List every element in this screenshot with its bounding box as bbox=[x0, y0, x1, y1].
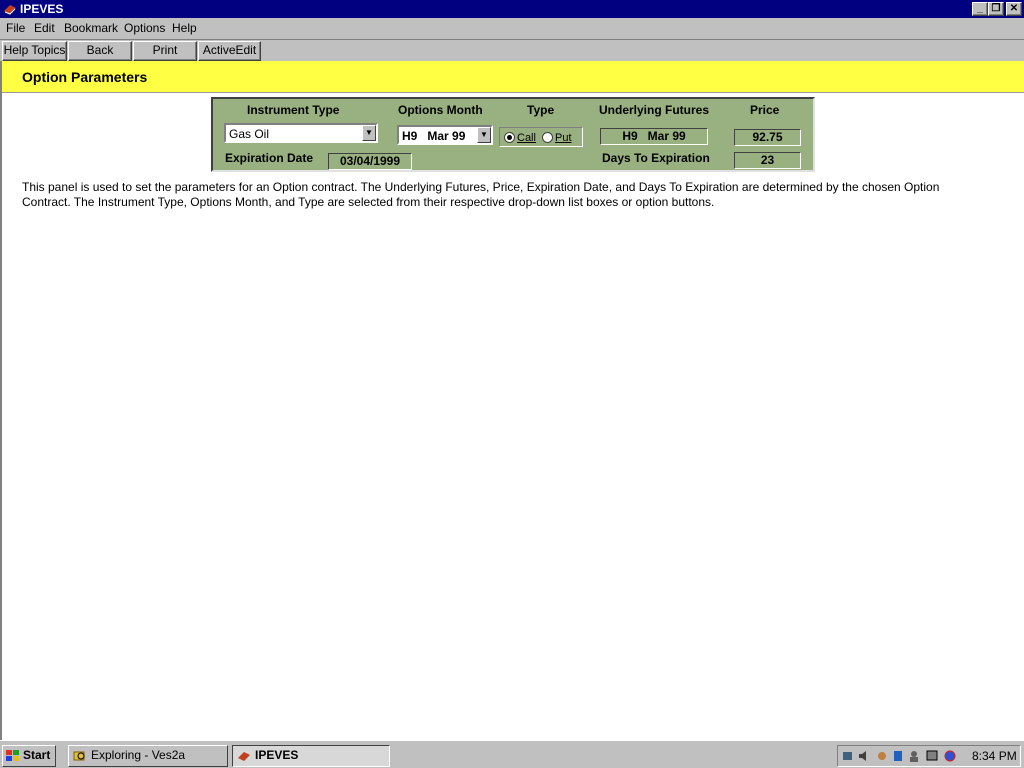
chevron-down-icon[interactable]: ▼ bbox=[477, 127, 491, 143]
page-header: Option Parameters bbox=[2, 61, 1024, 93]
title-bar[interactable]: IPEVES _ ❐ ✕ bbox=[0, 0, 1024, 18]
call-radio-label[interactable]: Call bbox=[517, 132, 536, 144]
taskbar-ipeves-label: IPEVES bbox=[255, 748, 299, 762]
tray-users-icon[interactable] bbox=[908, 749, 920, 763]
restore-button[interactable]: ❐ bbox=[988, 2, 1004, 16]
magnifier-folder-icon bbox=[73, 751, 85, 761]
menu-bar: File Edit Bookmark Options Help bbox=[0, 18, 1024, 38]
underlying-futures-label: Underlying Futures bbox=[599, 103, 710, 117]
taskbar: Start Exploring - Ves2a IPEVES 8:34 PM bbox=[0, 740, 1024, 768]
put-radio[interactable] bbox=[542, 132, 553, 143]
tray-monitor-icon[interactable] bbox=[926, 749, 938, 763]
back-button[interactable]: Back bbox=[68, 41, 132, 61]
taskbar-ipeves[interactable]: IPEVES bbox=[232, 745, 390, 767]
volume-icon[interactable] bbox=[858, 749, 870, 763]
tray-app-icon[interactable] bbox=[892, 749, 904, 763]
help-topics-button[interactable]: Help Topics bbox=[2, 41, 67, 61]
expiration-date-label: Expiration Date bbox=[225, 151, 314, 165]
taskbar-exploring[interactable]: Exploring - Ves2a bbox=[68, 745, 228, 767]
price-label: Price bbox=[750, 103, 780, 117]
put-radio-label[interactable]: Put bbox=[555, 132, 572, 144]
tray-app-icon[interactable] bbox=[876, 749, 888, 763]
system-tray: 8:34 PM bbox=[837, 745, 1021, 767]
tray-globe-icon[interactable] bbox=[944, 749, 956, 763]
window-title: IPEVES bbox=[20, 2, 64, 16]
option-parameters-panel: Instrument Type Options Month Type Under… bbox=[211, 97, 815, 172]
instrument-type-dropdown[interactable]: Gas Oil ▼ bbox=[224, 123, 378, 143]
book-icon bbox=[4, 5, 16, 15]
clock[interactable]: 8:34 PM bbox=[972, 749, 1017, 763]
days-to-expiration-value: 23 bbox=[734, 152, 801, 169]
menu-file[interactable]: File bbox=[6, 21, 25, 35]
book-icon bbox=[238, 752, 250, 761]
days-to-expiration-label: Days To Expiration bbox=[602, 151, 710, 165]
close-button[interactable]: ✕ bbox=[1006, 2, 1022, 16]
underlying-futures-value: H9 Mar 99 bbox=[600, 128, 708, 145]
options-month-value: H9 Mar 99 bbox=[402, 129, 466, 143]
start-label: Start bbox=[23, 748, 51, 762]
menu-help[interactable]: Help bbox=[172, 21, 197, 35]
help-content: Option Parameters Instrument Type Option… bbox=[0, 61, 1024, 740]
price-value: 92.75 bbox=[734, 129, 801, 146]
minimize-button[interactable]: _ bbox=[972, 2, 988, 16]
type-radio-group: Call Put bbox=[499, 127, 583, 147]
menu-options[interactable]: Options bbox=[124, 21, 165, 35]
options-month-dropdown[interactable]: H9 Mar 99 ▼ bbox=[397, 125, 493, 145]
taskbar-exploring-label: Exploring - Ves2a bbox=[91, 748, 186, 762]
active-edit-button[interactable]: ActiveEdit bbox=[198, 41, 261, 61]
start-button[interactable]: Start bbox=[2, 745, 56, 767]
options-month-label: Options Month bbox=[398, 103, 483, 117]
call-radio[interactable] bbox=[504, 132, 515, 143]
page-title: Option Parameters bbox=[22, 69, 148, 85]
menu-edit[interactable]: Edit bbox=[34, 21, 55, 35]
instrument-type-label: Instrument Type bbox=[247, 103, 340, 117]
expiration-date-value: 03/04/1999 bbox=[328, 153, 412, 170]
chevron-down-icon[interactable]: ▼ bbox=[362, 125, 376, 141]
help-button-bar: Help Topics Back Print ActiveEdit bbox=[0, 39, 1024, 61]
instrument-type-value: Gas Oil bbox=[229, 127, 270, 141]
windows-logo-icon bbox=[6, 750, 19, 761]
menu-bookmark[interactable]: Bookmark bbox=[64, 21, 118, 35]
description-text: This panel is used to set the parameters… bbox=[22, 180, 940, 209]
print-button[interactable]: Print bbox=[133, 41, 197, 61]
network-icon[interactable] bbox=[842, 749, 854, 763]
type-label: Type bbox=[527, 103, 555, 117]
